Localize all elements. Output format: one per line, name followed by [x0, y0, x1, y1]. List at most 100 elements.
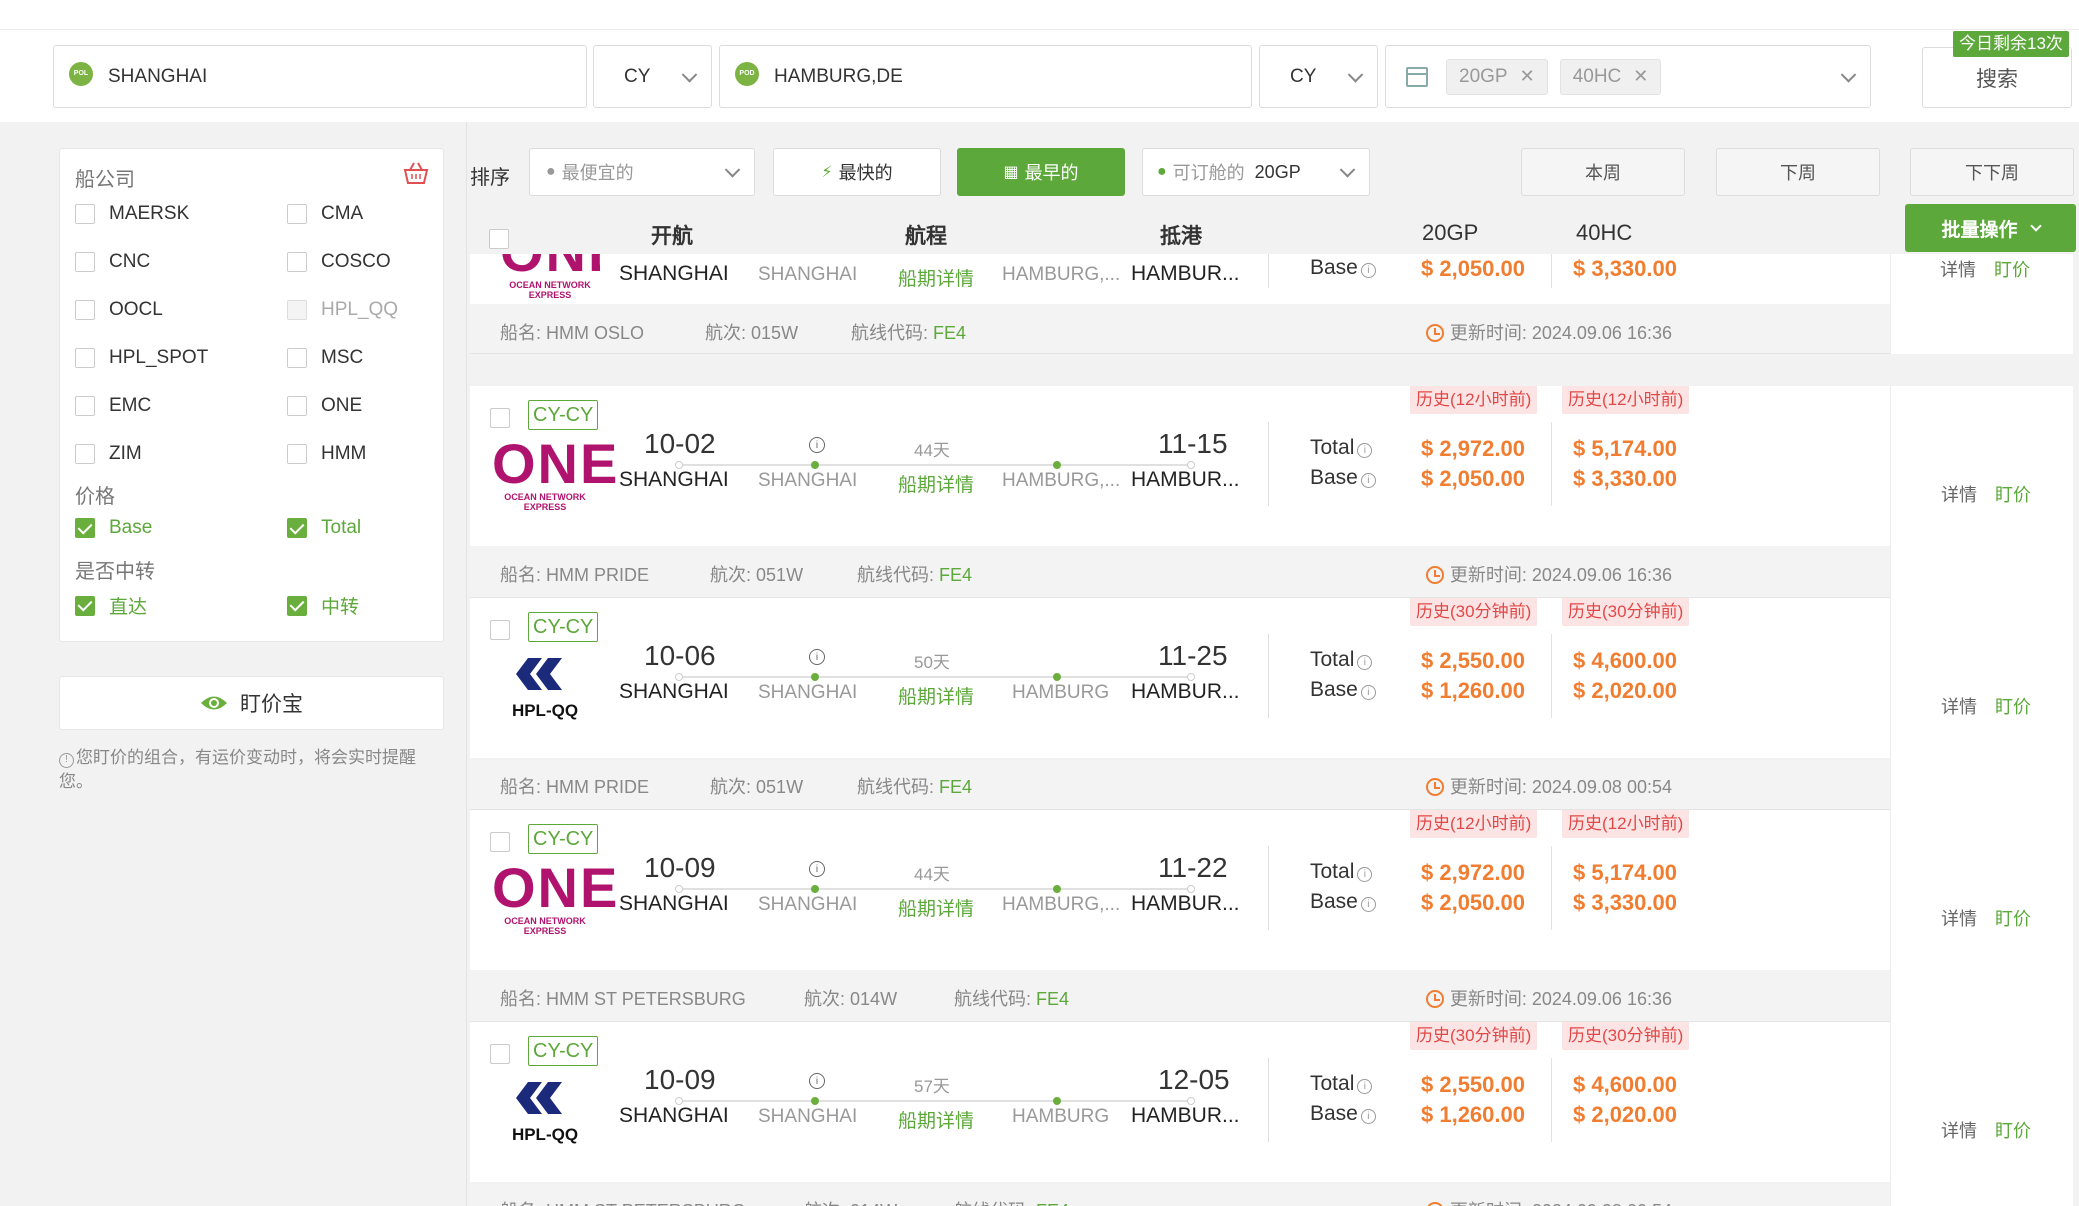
- price-filter-title: 价格: [75, 486, 115, 508]
- price-total-checkbox[interactable]: Total: [287, 517, 361, 539]
- carrier-checkbox[interactable]: EMC: [75, 395, 151, 417]
- pod-type-value: CY: [1290, 65, 1317, 87]
- history-badge-20gp[interactable]: 历史(12小时前): [1410, 386, 1538, 414]
- pol-port: SHANGHAI: [619, 1104, 729, 1127]
- history-badge-40hc[interactable]: 历史(12小时前): [1562, 386, 1690, 414]
- transfer-checkbox[interactable]: 中转: [287, 592, 359, 619]
- container-select[interactable]: 20GP ✕ 40HC ✕: [1385, 45, 1871, 108]
- close-icon[interactable]: ✕: [1633, 66, 1648, 87]
- sort-earliest-button[interactable]: ▦ 最早的: [957, 148, 1125, 196]
- detail-link[interactable]: 详情: [1941, 697, 1977, 717]
- direct-checkbox[interactable]: 直达: [75, 592, 147, 619]
- cy-tag: CY-CY: [528, 1036, 599, 1066]
- detail-link[interactable]: 详情: [1941, 1121, 1977, 1141]
- bookable-select[interactable]: ● 可订舱的 20GP: [1142, 148, 1370, 196]
- cy-tag: CY-CY: [528, 824, 599, 854]
- basket-icon[interactable]: [403, 161, 429, 185]
- arrival-date: 12-05: [1158, 1064, 1230, 1095]
- carrier-checkbox[interactable]: MAERSK: [75, 203, 189, 225]
- route-detail-link[interactable]: 船期详情: [898, 1106, 974, 1133]
- carrier-checkbox[interactable]: HPL_QQ: [287, 299, 398, 321]
- chevron-down-icon: [1840, 66, 1857, 83]
- row-checkbox[interactable]: [490, 832, 510, 852]
- container-tag-20gp[interactable]: 20GP ✕: [1446, 58, 1548, 95]
- info-icon: i: [1357, 443, 1373, 458]
- clock-icon: [1425, 778, 1444, 796]
- carrier-checkbox[interactable]: MSC: [287, 347, 363, 369]
- total-price-40hc: $ 4,600.00: [1573, 648, 1677, 673]
- watch-price-link[interactable]: 盯价: [1995, 1121, 2031, 1141]
- row-checkbox[interactable]: [490, 1044, 510, 1064]
- sort-cheapest-select[interactable]: ● 最便宜的: [529, 148, 755, 196]
- clock-icon: [1425, 1202, 1444, 1206]
- pol-type-select[interactable]: CY: [593, 45, 712, 108]
- route-detail-link[interactable]: 船期详情: [898, 894, 974, 921]
- pod-input[interactable]: POD HAMBURG,DE: [719, 45, 1252, 108]
- calendar-icon: ▦: [1003, 164, 1019, 181]
- departure-date: 10-06: [644, 640, 716, 671]
- route-detail-link[interactable]: 船期详情: [898, 264, 974, 291]
- departure-date: 10-09: [644, 1064, 716, 1095]
- watch-price-link[interactable]: 盯价: [1995, 697, 2031, 717]
- carrier-checkbox[interactable]: HMM: [287, 443, 366, 465]
- sort-fastest-button[interactable]: ⚡ 最快的: [773, 148, 941, 196]
- via-port: SHANGHAI: [758, 264, 858, 285]
- history-badge-20gp[interactable]: 历史(30分钟前): [1410, 598, 1538, 626]
- carrier-checkbox[interactable]: COSCO: [287, 251, 391, 273]
- price-watch-note: ! 您盯价的组合，有运价变动时，将会实时提醒您。: [59, 748, 416, 791]
- watch-price-link[interactable]: 盯价: [1995, 485, 2031, 505]
- carrier-checkbox[interactable]: ONE: [287, 395, 362, 417]
- detail-link[interactable]: 详情: [1941, 909, 1977, 929]
- detail-link[interactable]: 详情: [1941, 485, 1977, 505]
- close-icon[interactable]: ✕: [1520, 66, 1535, 87]
- carrier-checkbox[interactable]: HPL_SPOT: [75, 347, 208, 369]
- lightning-icon: ⚡: [821, 164, 833, 181]
- detail-link[interactable]: 详情: [1940, 260, 1976, 280]
- history-badge-20gp[interactable]: 历史(12小时前): [1410, 810, 1538, 838]
- base-price-40hc: $ 3,330.00: [1573, 890, 1677, 915]
- next-week-button[interactable]: 下周: [1716, 148, 1880, 196]
- row-checkbox[interactable]: [490, 620, 510, 640]
- route-detail-link[interactable]: 船期详情: [898, 470, 974, 497]
- watch-price-link[interactable]: 盯价: [1994, 260, 2030, 280]
- history-badge-40hc[interactable]: 历史(30分钟前): [1562, 1022, 1690, 1050]
- batch-action-button[interactable]: 批量操作: [1905, 204, 2076, 252]
- history-badge-20gp[interactable]: 历史(30分钟前): [1410, 1022, 1538, 1050]
- watch-price-link[interactable]: 盯价: [1995, 909, 2031, 929]
- carrier-checkbox[interactable]: ZIM: [75, 443, 142, 465]
- base-label: Base i: [1310, 256, 1378, 280]
- transit-days: 57天: [914, 1077, 950, 1096]
- info-icon: !: [59, 752, 74, 768]
- pod-type-select[interactable]: CY: [1259, 45, 1378, 108]
- pol-port: SHANGHAI: [619, 680, 729, 703]
- this-week-button[interactable]: 本周: [1521, 148, 1685, 196]
- info-icon: i: [1360, 897, 1376, 912]
- carrier-checkbox[interactable]: CMA: [287, 203, 363, 225]
- carrier-checkbox[interactable]: OOCL: [75, 299, 163, 321]
- price-base-checkbox[interactable]: Base: [75, 517, 152, 539]
- container-tag-40hc[interactable]: 40HC ✕: [1559, 58, 1662, 95]
- carrier-checkbox[interactable]: CNC: [75, 251, 150, 273]
- transit-icon: i: [809, 1073, 825, 1089]
- week-after-next-button[interactable]: 下下周: [1910, 148, 2074, 196]
- history-badge-40hc[interactable]: 历史(12小时前): [1562, 810, 1690, 838]
- chevron-down-icon: [1347, 66, 1364, 83]
- history-badge-40hc[interactable]: 历史(30分钟前): [1562, 598, 1690, 626]
- price-watch-button[interactable]: 盯价宝: [59, 676, 444, 730]
- base-price-40hc: $ 3,330.00: [1573, 256, 1677, 281]
- info-icon: i: [1360, 473, 1376, 488]
- pod-port: HAMBUR...: [1131, 680, 1240, 703]
- route-detail-link[interactable]: 船期详情: [898, 682, 974, 709]
- arrival-date: 11-22: [1158, 852, 1228, 883]
- pol-input[interactable]: POL SHANGHAI: [53, 45, 587, 108]
- via-port: SHANGHAI: [758, 470, 858, 491]
- pod-terminal: HAMBURG: [1012, 1106, 1110, 1127]
- row-checkbox[interactable]: [490, 408, 510, 428]
- col-40hc: 40HC: [1576, 220, 1633, 245]
- pol-type-value: CY: [624, 65, 651, 87]
- service-info: 航线代码: FE4: [857, 565, 973, 585]
- one-logo: ONE OCEAN NETWORK EXPRESS: [492, 432, 620, 513]
- voyage-info: 航次: 051W: [710, 777, 804, 797]
- select-all-checkbox[interactable]: [489, 229, 509, 249]
- info-icon: i: [1357, 1079, 1373, 1094]
